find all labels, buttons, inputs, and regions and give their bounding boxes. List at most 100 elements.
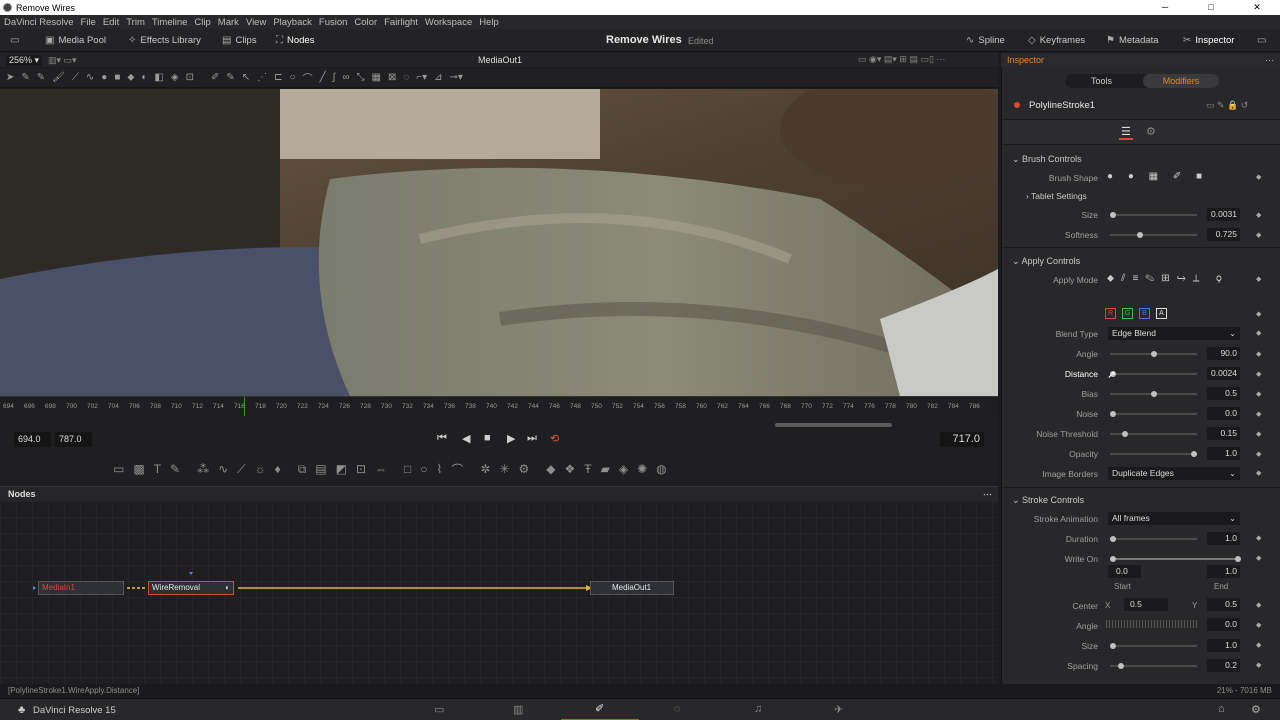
fusion-page-tab[interactable]: ✐ [561, 699, 639, 720]
keyframe-diamond-icon[interactable]: ◆ [1256, 173, 1261, 181]
bspline-icon[interactable]: ⋰ [257, 72, 267, 83]
write-on-end-field[interactable]: 1.0 [1207, 565, 1240, 578]
opacity-slider-knob[interactable] [1191, 451, 1197, 457]
angle-slider-knob[interactable] [1150, 351, 1157, 357]
stop-icon[interactable]: ■ [484, 432, 491, 444]
menu-fairlight[interactable]: Fairlight [384, 17, 418, 28]
merge-3d-icon[interactable]: ❖ [565, 462, 576, 476]
eraser-tool-icon[interactable]: ◐ [141, 72, 147, 83]
effects-library-button[interactable]: ✧ Effects Library [128, 33, 201, 48]
playhead[interactable] [244, 397, 245, 416]
angle-value-field[interactable]: 90.0 [1207, 347, 1240, 360]
menu-help[interactable]: Help [479, 17, 499, 28]
duration-slider[interactable] [1110, 536, 1197, 542]
step-back-icon[interactable]: ◀ [462, 432, 470, 445]
keyframe-diamond-icon[interactable]: ◆ [1256, 469, 1261, 477]
stroke-tool-icon[interactable]: ⟋ [72, 72, 79, 83]
camera-3d-icon[interactable]: ▰ [601, 462, 610, 476]
curve-dropdown-icon[interactable]: ⌐▾ [416, 72, 427, 83]
line-icon[interactable]: ╱ [320, 72, 326, 83]
keyframe-diamond-icon[interactable]: ◆ [1256, 641, 1261, 649]
menu-edit[interactable]: Edit [103, 17, 119, 28]
keyframe-diamond-icon[interactable]: ◆ [1256, 275, 1261, 283]
matte-tool-icon[interactable]: ◩ [336, 462, 347, 476]
softness-value-field[interactable]: 0.725 [1207, 228, 1240, 241]
keyframe-diamond-icon[interactable]: ◆ [1256, 661, 1261, 669]
color-page-icon[interactable]: ◌ [674, 703, 681, 715]
apply-mode-icons[interactable]: ⬥⫽≡✎⊞↪⊥ ⚲ [1107, 273, 1242, 284]
image-borders-dropdown[interactable]: Duplicate Edges ⌄ [1108, 467, 1240, 480]
channel-r-button[interactable]: R [1105, 308, 1116, 319]
viewer-image[interactable] [0, 89, 998, 396]
keyframe-diamond-icon[interactable]: ◆ [1256, 350, 1261, 358]
size-slider-knob[interactable] [1110, 212, 1116, 218]
resize-tool-icon[interactable]: ⇔ [375, 462, 387, 476]
text-tool-icon[interactable]: T [154, 462, 161, 476]
ellipse-mask-icon[interactable]: ○ [420, 462, 427, 476]
go-to-end-icon[interactable]: ⏭ [527, 432, 537, 445]
keyframe-diamond-icon[interactable]: ◆ [1256, 534, 1261, 542]
paint-tool-icon[interactable]: ▩ [133, 462, 144, 476]
distance-slider[interactable] [1110, 371, 1197, 377]
brush-shape-icons[interactable]: ● ● ▦ ✐ ■ [1107, 171, 1208, 182]
bias-value-field[interactable]: 0.5 [1207, 387, 1240, 400]
nodes-button[interactable]: ⛶ Nodes [276, 33, 314, 48]
keyframe-diamond-icon[interactable]: ◆ [1256, 601, 1261, 609]
tool-active-dot[interactable] [1014, 102, 1020, 108]
menu-workspace[interactable]: Workspace [425, 17, 472, 28]
light-3d-icon[interactable]: ✺ [637, 462, 647, 476]
go-to-start-icon[interactable]: ⏮ [437, 432, 447, 445]
follow-icon[interactable]: ⊿ [434, 72, 442, 83]
fullscreen-button[interactable]: ▭ [1257, 33, 1266, 48]
softness-slider-knob[interactable] [1136, 232, 1143, 238]
metadata-button[interactable]: ⚑ Metadata [1106, 33, 1159, 48]
viewer-options-icon[interactable]: ▥▾ ▭▾ [48, 55, 77, 66]
noise-value-field[interactable]: 0.0 [1207, 407, 1240, 420]
tracker-icon[interactable]: ✲ [480, 462, 490, 476]
spacing-value-field[interactable]: 0.2 [1207, 659, 1240, 672]
noise-slider[interactable] [1110, 411, 1197, 417]
keyframe-diamond-icon[interactable]: ◆ [1256, 390, 1261, 398]
stroke-angle-value-field[interactable]: 0.0 [1207, 618, 1240, 631]
polyline-tool-icon[interactable]: ∿ [86, 72, 94, 83]
pointer-icon[interactable]: ↖ [242, 72, 250, 83]
select-tool-icon[interactable]: ➤ [6, 72, 14, 83]
nodes-options-icon[interactable]: ⋯ [983, 487, 992, 502]
media-page-icon[interactable]: ▭ [434, 703, 444, 716]
keyframe-diamond-icon[interactable]: ◆ [1256, 211, 1261, 219]
spline-button[interactable]: ∿ Spline [966, 33, 1005, 48]
bias-slider-knob[interactable] [1150, 391, 1157, 397]
minimize-button[interactable]: ─ [1142, 0, 1188, 15]
inspector-options-icon[interactable]: ⋯ [1265, 53, 1274, 67]
rect-mask-icon[interactable]: □ [404, 462, 411, 476]
renderer-3d-icon[interactable]: ◍ [656, 462, 666, 476]
text-3d-icon[interactable]: Ŧ [584, 462, 591, 476]
transform-icon[interactable]: ⤡ [356, 72, 364, 83]
settings-gear-icon[interactable]: ⚙ [1251, 703, 1261, 716]
current-frame-field[interactable]: 717.0 [940, 432, 984, 447]
opacity-slider[interactable] [1110, 451, 1197, 457]
particles-tool-icon[interactable]: ⁂ [197, 462, 209, 476]
node-mediaout1[interactable]: MediaOut1 [590, 581, 674, 595]
transform-tool-icon[interactable]: ⊡ [356, 462, 366, 476]
background-tool-icon[interactable]: ▭ [113, 462, 124, 476]
channel-g-button[interactable]: G [1122, 308, 1133, 319]
size-value-field[interactable]: 0.0031 [1207, 208, 1240, 221]
channel-booleans-icon[interactable]: ▤ [315, 462, 326, 476]
menu-trim[interactable]: Trim [126, 17, 145, 28]
keyframe-diamond-icon[interactable]: ◆ [1256, 310, 1261, 318]
polygon-mask-icon[interactable]: ⌇ [437, 462, 443, 476]
stroke-animation-dropdown[interactable]: All frames ⌄ [1108, 512, 1240, 525]
play-icon[interactable]: ▶ [507, 432, 515, 445]
menu-color[interactable]: Color [354, 17, 377, 28]
angle-slider[interactable] [1110, 351, 1197, 357]
menu-fusion[interactable]: Fusion [319, 17, 348, 28]
viewer-layout-icons[interactable]: ▭ ◉▾ ▤▾ ⊞ ▤ ▭▯ ⋯ [858, 54, 945, 65]
home-icon[interactable]: ⌂ [1218, 703, 1225, 715]
apply-controls-section[interactable]: ⌄ Apply Controls [1012, 256, 1080, 267]
bspline-tool-icon[interactable]: ∿ [218, 462, 228, 476]
multistroke-icon[interactable]: ✎ [21, 72, 29, 83]
media-pool-button[interactable]: ▣ Media Pool [45, 33, 106, 48]
close-path-icon[interactable]: ⊠ [388, 72, 396, 83]
center-x-field[interactable]: 0.5 [1124, 598, 1168, 611]
